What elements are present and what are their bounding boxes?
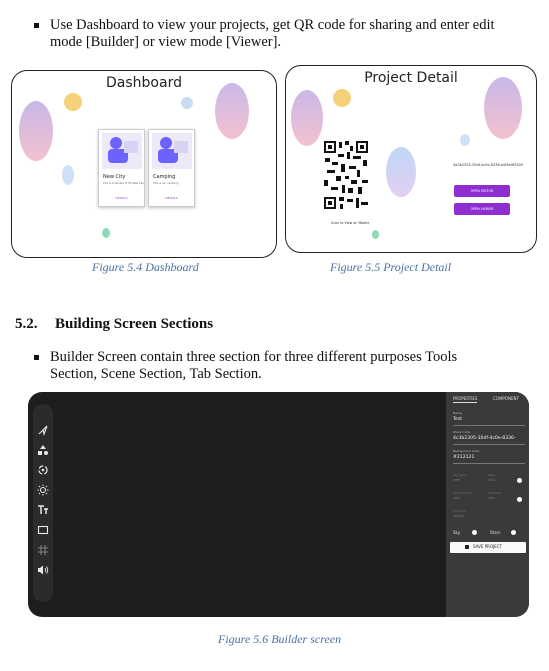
builder-screen: PROPERTIES COMPONENT Name Test Share Cod… [28, 392, 529, 617]
text-icon[interactable] [37, 504, 49, 516]
project-name: Camping [153, 174, 176, 180]
field-label: Name [453, 411, 462, 415]
disabled-field-label: Ground Color [453, 491, 472, 495]
field-underline [453, 425, 525, 426]
sky-toggle[interactable] [472, 530, 477, 535]
share-code-text: 4a3b2305-30df-4c0e-8336-a0f8e9f5020 [453, 163, 524, 167]
sky-toggle-label: Sky [453, 530, 461, 535]
intro-bullet: Use Dashboard to view your projects, get… [34, 17, 534, 53]
stars-toggle[interactable] [511, 530, 516, 535]
decor-bubble [386, 147, 416, 197]
disabled-field-value: 0000 [488, 496, 496, 500]
project-illustration [152, 133, 192, 169]
builder-bullet: Builder Screen contain three section for… [34, 349, 534, 385]
share-code-field[interactable]: 4c3b2305-30df-4c0e-8336- [453, 436, 516, 441]
figure-caption: Figure 5.6 Builder screen [218, 632, 342, 646]
bullet-marker [34, 355, 39, 360]
bullet-line-2: Section, Scene Section, Tab Section. [50, 366, 262, 382]
save-project-button[interactable]: SAVE PROJECT [450, 542, 526, 553]
project-desc: This is our camping [153, 182, 179, 185]
grid-icon[interactable] [37, 544, 49, 556]
disabled-field-label: Fog Color [453, 509, 467, 513]
dashboard-figure: Dashboard New City This is a sample of 3… [11, 70, 277, 258]
figure-caption: Figure 5.4 Dashboard [92, 260, 199, 274]
decor-planet [333, 89, 351, 107]
figure-caption: Figure 5.5 Project Detail [330, 260, 452, 274]
toggle-dot[interactable] [517, 478, 522, 483]
project-illustration [102, 133, 142, 169]
disabled-field-value: 0000 [488, 478, 496, 482]
disabled-field-label: Sky Color [453, 473, 467, 477]
decor-dot [372, 230, 379, 239]
stars-toggle-label: Stars [490, 530, 501, 535]
tab-properties[interactable]: PROPERTIES [453, 396, 478, 403]
decor-bubble [460, 134, 470, 146]
save-project-label: SAVE PROJECT [473, 544, 502, 549]
panel-tabs: PROPERTIES COMPONENT [446, 396, 529, 406]
disabled-field-value: 0000 [453, 496, 461, 500]
disabled-field-value: #fffff [453, 478, 461, 482]
bullet-line-1: Use Dashboard to view your projects, get… [50, 17, 495, 33]
save-icon [465, 545, 469, 549]
frame-icon[interactable] [37, 524, 49, 536]
details-link[interactable]: DETAILS [149, 196, 194, 200]
sound-icon[interactable] [37, 564, 49, 576]
light-icon[interactable] [37, 484, 49, 496]
decor-orb [215, 83, 249, 139]
decor-bubble [62, 165, 74, 185]
tab-section-panel: PROPERTIES COMPONENT Name Test Share Cod… [446, 392, 529, 617]
shapes-icon[interactable] [37, 444, 49, 456]
field-underline [453, 463, 525, 464]
decor-orb [484, 77, 522, 139]
qr-code [323, 140, 369, 210]
decor-orb [291, 90, 323, 146]
project-card[interactable]: Camping This is our camping DETAILS [148, 129, 195, 207]
section-title: Building Screen Sections [55, 316, 214, 332]
toggle-dot[interactable] [517, 497, 522, 502]
name-field[interactable]: Test [453, 417, 462, 422]
field-label: Background Color [453, 449, 480, 453]
bullet-marker [34, 23, 39, 28]
open-editor-button[interactable]: OPEN EDITOR [454, 185, 510, 197]
decor-planet [64, 93, 82, 111]
disabled-field-label: Grid Color [488, 491, 503, 495]
project-card[interactable]: New City This is a sample of 3D New City… [98, 129, 145, 207]
cursor-icon[interactable] [37, 424, 49, 437]
bullet-line-2: mode [Builder] or view mode [Viewer]. [50, 34, 282, 50]
field-label: Share Code [453, 430, 471, 434]
scan-instruction: Scan to View on Mobile [331, 221, 370, 225]
section-number: 5.2. [15, 316, 38, 332]
decor-bubble [181, 97, 193, 109]
tab-component[interactable]: COMPONENT [493, 396, 519, 401]
disabled-field-label: Stars [488, 473, 496, 477]
bullet-line-1: Builder Screen contain three section for… [50, 349, 458, 365]
background-color-field[interactable]: #212121 [453, 455, 474, 460]
project-desc: This is a sample of 3D New City [103, 182, 145, 185]
disabled-field-value: #00000 [453, 514, 465, 518]
rotate-icon[interactable] [37, 464, 49, 476]
details-link[interactable]: DETAILS [99, 196, 144, 200]
project-detail-figure: Project Detail 4a3b2305-30df-4c0e-8336-a… [285, 65, 537, 253]
field-underline [453, 444, 525, 445]
decor-orb [19, 101, 53, 161]
project-name: New City [103, 174, 126, 180]
open-viewer-button[interactable]: OPEN VIEWER [454, 203, 510, 215]
decor-dot [102, 228, 110, 238]
tools-section [33, 404, 53, 602]
